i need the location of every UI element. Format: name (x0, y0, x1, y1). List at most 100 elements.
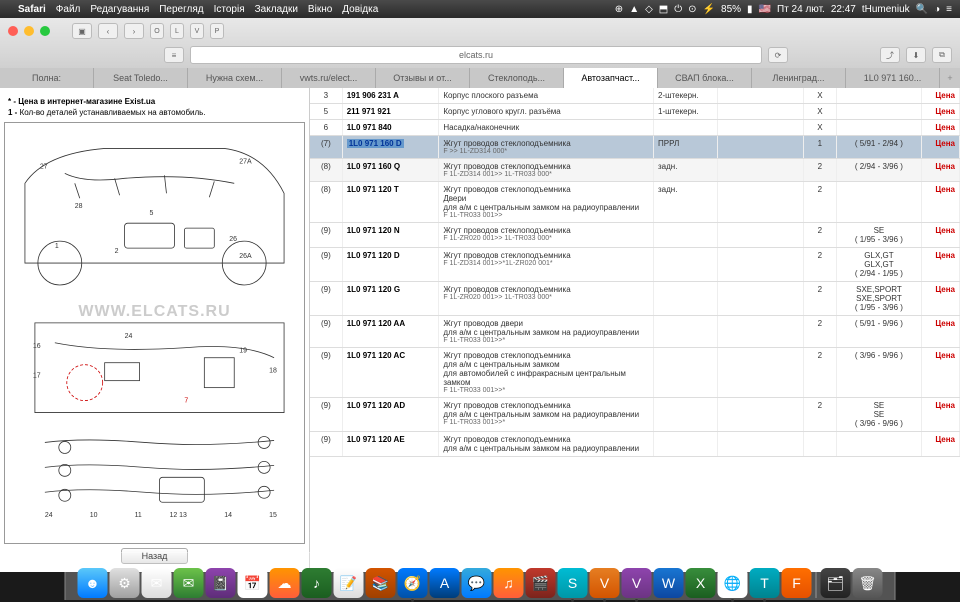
price-link[interactable]: Цена (922, 316, 960, 348)
price-link[interactable]: Цена (922, 104, 960, 120)
dock-app-icon[interactable]: A (430, 568, 460, 598)
dock-app-icon[interactable]: S (558, 568, 588, 598)
table-row[interactable]: 3 191 906 231 A Корпус плоского разъема … (310, 88, 960, 104)
status-icon[interactable]: ⊕ (615, 4, 623, 15)
sidebar-button[interactable]: ▣ (72, 23, 92, 39)
spotlight-icon[interactable]: ◑ (934, 4, 940, 15)
price-link[interactable]: Цена (922, 223, 960, 248)
table-row[interactable]: 6 1L0 971 840 Насадка/наконечник X Цена (310, 120, 960, 136)
price-link[interactable]: Цена (922, 88, 960, 104)
browser-tab[interactable]: Отзывы и от... (376, 68, 470, 88)
minimize-window-button[interactable] (24, 26, 34, 36)
reader-button[interactable]: ≡ (164, 47, 184, 63)
maximize-window-button[interactable] (40, 26, 50, 36)
dock-app-icon[interactable]: ☻ (78, 568, 108, 598)
new-tab-button[interactable]: + (940, 68, 960, 88)
downloads-button[interactable]: ⬇ (906, 47, 926, 63)
battery-text[interactable]: 85% (721, 4, 741, 15)
price-link[interactable]: Цена (922, 120, 960, 136)
dock-app-icon[interactable]: 📅 (238, 568, 268, 598)
dock-app-icon[interactable]: X (686, 568, 716, 598)
share-button[interactable]: ⤴ (880, 47, 900, 63)
dock-app-icon[interactable]: 📚 (366, 568, 396, 598)
dock-app-icon[interactable]: 📓 (206, 568, 236, 598)
table-row[interactable]: (9) 1L0 971 120 D Жгут проводов стеклопо… (310, 248, 960, 282)
user[interactable]: tHumeniuk (862, 4, 910, 15)
dock-app-icon[interactable]: V (590, 568, 620, 598)
dock-app-icon[interactable]: ⚙ (110, 568, 140, 598)
parts-table[interactable]: 3 191 906 231 A Корпус плоского разъема … (310, 88, 960, 572)
browser-tab[interactable]: Нужна схем... (188, 68, 282, 88)
toolbar-btn[interactable]: V (190, 23, 204, 39)
table-row[interactable]: (9) 1L0 971 120 AA Жгут проводов дверидл… (310, 316, 960, 348)
parts-diagram[interactable]: 2727A 285 12 2626A 1617 24 7 1918 2410 1… (4, 122, 305, 544)
browser-tab[interactable]: Ленинград... (752, 68, 846, 88)
browser-tab[interactable]: Автозапчаст... (564, 68, 658, 88)
search-icon[interactable]: 🔍 (916, 4, 928, 15)
back-button[interactable]: ‹ (98, 23, 118, 39)
menu-item[interactable]: Редагування (90, 4, 149, 15)
menu-item[interactable]: Вікно (308, 4, 332, 15)
table-row[interactable]: (8) 1L0 971 160 Q Жгут проводов стеклопо… (310, 159, 960, 182)
dock-app-icon[interactable]: ♪ (302, 568, 332, 598)
browser-tab[interactable]: Полна: (0, 68, 94, 88)
dock-app-icon[interactable]: F (782, 568, 812, 598)
table-row[interactable]: (9) 1L0 971 120 AC Жгут проводов стеклоп… (310, 348, 960, 398)
browser-tab[interactable]: Стеклоподь... (470, 68, 564, 88)
toolbar-btn[interactable]: L (170, 23, 184, 39)
dock-app-icon[interactable]: 🗂 (821, 568, 851, 598)
table-row[interactable]: (9) 1L0 971 120 AD Жгут проводов стеклоп… (310, 398, 960, 432)
price-link[interactable]: Цена (922, 398, 960, 432)
forward-button[interactable]: › (124, 23, 144, 39)
price-link[interactable]: Цена (922, 248, 960, 282)
browser-tab[interactable]: СВАП блока... (658, 68, 752, 88)
table-row[interactable]: (9) 1L0 971 120 AE Жгут проводов стеклоп… (310, 432, 960, 457)
dock-app-icon[interactable]: 🧭 (398, 568, 428, 598)
toolbar-btn[interactable]: P (210, 23, 224, 39)
dock-app-icon[interactable]: 🎬 (526, 568, 556, 598)
app-name[interactable]: Safari (18, 4, 46, 15)
dock-app-icon[interactable]: V (622, 568, 652, 598)
date[interactable]: Пт 24 лют. (777, 4, 825, 15)
table-row[interactable]: (9) 1L0 971 120 G Жгут проводов стеклопо… (310, 282, 960, 316)
status-icon[interactable]: ▲ (629, 4, 639, 15)
table-row[interactable]: (9) 1L0 971 120 N Жгут проводов стеклопо… (310, 223, 960, 248)
table-row[interactable]: (8) 1L0 971 120 T Жгут проводов стеклопо… (310, 182, 960, 223)
close-window-button[interactable] (8, 26, 18, 36)
menu-item[interactable]: Історія (214, 4, 245, 15)
menu-item[interactable]: Перегляд (159, 4, 203, 15)
status-icon[interactable]: ⏻ (674, 4, 682, 15)
menu-item[interactable]: Файл (56, 4, 81, 15)
browser-tab[interactable]: vwts.ru/elect... (282, 68, 376, 88)
menu-item[interactable]: Довідка (342, 4, 378, 15)
flag-icon[interactable]: 🇺🇸 (759, 4, 771, 15)
dock-app-icon[interactable]: 🌐 (718, 568, 748, 598)
dock-app-icon[interactable]: W (654, 568, 684, 598)
price-link[interactable]: Цена (922, 159, 960, 182)
dock-app-icon[interactable]: 📝 (334, 568, 364, 598)
dock-app-icon[interactable]: ✉ (174, 568, 204, 598)
tabs-button[interactable]: ⧉ (932, 47, 952, 63)
price-link[interactable]: Цена (922, 182, 960, 223)
dock-app-icon[interactable]: ☁ (270, 568, 300, 598)
dock-app-icon[interactable]: 🗑 (853, 568, 883, 598)
notifications-icon[interactable]: ≡ (946, 4, 952, 15)
browser-tab[interactable]: Seat Toledo... (94, 68, 188, 88)
toolbar-btn[interactable]: O (150, 23, 164, 39)
table-row[interactable]: 5 211 971 921 Корпус углового кругл. раз… (310, 104, 960, 120)
dock-app-icon[interactable]: ♫ (494, 568, 524, 598)
time[interactable]: 22:47 (831, 4, 856, 15)
price-link[interactable]: Цена (922, 136, 960, 159)
price-link[interactable]: Цена (922, 348, 960, 398)
dock-app-icon[interactable]: 💬 (462, 568, 492, 598)
price-link[interactable]: Цена (922, 282, 960, 316)
dock-app-icon[interactable]: ✉ (142, 568, 172, 598)
table-row[interactable]: (7) 1L0 971 160 D Жгут проводов стеклопо… (310, 136, 960, 159)
status-icon[interactable]: ⊙ (688, 4, 696, 15)
price-link[interactable]: Цена (922, 432, 960, 457)
wifi-icon[interactable]: ⚡ (703, 4, 715, 15)
status-icon[interactable]: ⬒ (659, 4, 668, 15)
url-bar[interactable]: elcats.ru (190, 46, 762, 64)
battery-icon[interactable]: ▮ (747, 4, 753, 15)
menu-item[interactable]: Закладки (255, 4, 298, 15)
